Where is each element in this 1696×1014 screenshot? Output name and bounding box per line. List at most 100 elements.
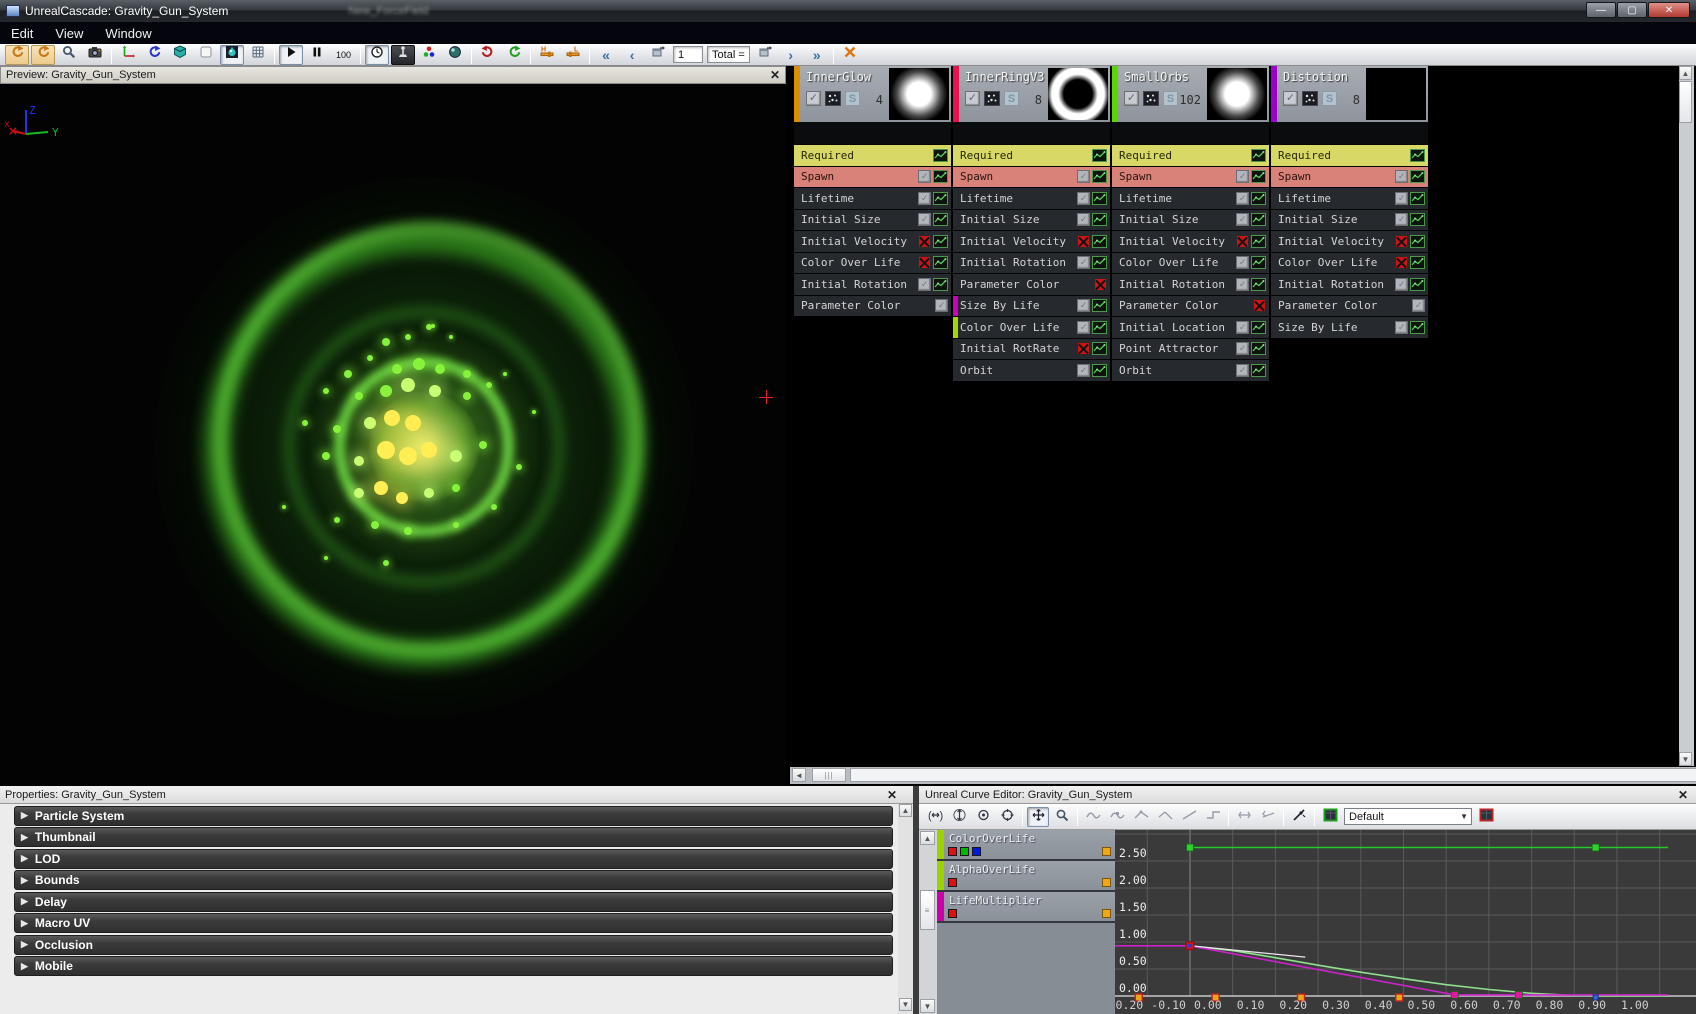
create-tab-button[interactable]	[1319, 807, 1341, 827]
module-curve-icon[interactable]	[1092, 192, 1107, 205]
module-curve-icon[interactable]	[1251, 278, 1266, 291]
pause-button[interactable]	[305, 45, 329, 65]
emitter-vertical-scrollbar[interactable]: ▲ ▼	[1679, 66, 1694, 766]
emitter-enabled-checkbox[interactable]: ✓	[965, 91, 980, 106]
menu-item-view[interactable]: View	[44, 22, 94, 44]
toggle-wireframe-sphere-button[interactable]	[220, 45, 244, 65]
properties-scrollbar[interactable]: ▲ ▼	[898, 804, 913, 1014]
module-enabled-checkbox[interactable]: ✓	[1077, 170, 1090, 183]
module-curve-icon[interactable]	[1251, 213, 1266, 226]
module-curve-icon[interactable]	[1410, 170, 1425, 183]
toggle-motion-button[interactable]	[391, 45, 415, 65]
module-disabled-icon[interactable]	[1395, 235, 1408, 248]
toggle-origin-axis-button[interactable]	[116, 45, 140, 65]
module-curve-icon[interactable]	[1092, 170, 1107, 183]
module-disabled-icon[interactable]	[1236, 235, 1249, 248]
module-curve-icon[interactable]	[1092, 342, 1107, 355]
module-curve-icon[interactable]	[1410, 149, 1425, 162]
module-row-parameter-color[interactable]: Parameter Color	[1112, 295, 1269, 317]
save-thumbnail-button[interactable]	[57, 45, 81, 65]
scroll-left-icon[interactable]: ◄	[792, 768, 806, 782]
channel-toggle[interactable]	[948, 909, 957, 918]
module-row-initial-velocity[interactable]: Initial Velocity	[1271, 230, 1428, 252]
module-enabled-checkbox[interactable]: ✓	[1236, 342, 1249, 355]
scroll-up-icon[interactable]: ▲	[1679, 66, 1692, 80]
curve-track-coloroverlife[interactable]: ColorOverLife	[937, 830, 1115, 861]
module-curve-icon[interactable]	[933, 235, 948, 248]
module-enabled-checkbox[interactable]: ✓	[1395, 213, 1408, 226]
module-curve-icon[interactable]	[933, 149, 948, 162]
module-row-lifetime[interactable]: Lifetime✓	[794, 187, 951, 209]
module-curve-icon[interactable]	[1410, 213, 1425, 226]
lod-jump-highest-button[interactable]: »	[805, 45, 829, 65]
channel-toggle[interactable]	[948, 847, 957, 856]
module-enabled-checkbox[interactable]: ✓	[1236, 278, 1249, 291]
redo-button[interactable]	[502, 45, 526, 65]
flatten-tangents-button[interactable]	[1233, 807, 1255, 827]
module-row-spawn[interactable]: Spawn✓	[1112, 166, 1269, 188]
module-curve-icon[interactable]	[933, 170, 948, 183]
undo-button[interactable]	[476, 45, 500, 65]
curve-track-lifemultiplier[interactable]: LifeMultiplier	[937, 892, 1115, 923]
emitter-solo-button[interactable]: S	[1322, 91, 1337, 106]
emitter-horizontal-scrollbar[interactable]: ◄ |||	[790, 767, 1696, 784]
scroll-down-icon[interactable]: ▼	[920, 999, 935, 1013]
tangent-constant-button[interactable]	[1202, 807, 1224, 827]
module-row-color-over-life[interactable]: Color Over Life✓	[1112, 252, 1269, 274]
track-visibility-toggle[interactable]	[1102, 909, 1111, 918]
lod-add-before-button[interactable]	[646, 45, 670, 65]
module-enabled-checkbox[interactable]: ✓	[1412, 299, 1425, 312]
scroll-down-icon[interactable]: ▼	[1679, 752, 1692, 766]
module-row-initial-rotation[interactable]: Initial Rotation✓	[1112, 273, 1269, 295]
module-curve-icon[interactable]	[933, 213, 948, 226]
emitter-burst-icon[interactable]	[1143, 91, 1159, 106]
property-section-lod[interactable]: ▶LOD	[14, 849, 893, 869]
scrollbar-thumb[interactable]: ≡	[920, 890, 935, 930]
preview-titlebar[interactable]: Preview: Gravity_Gun_System ✕	[0, 66, 786, 84]
lod-current-box[interactable]: 1	[673, 46, 703, 63]
lod-low-button[interactable]: L	[561, 45, 585, 65]
channel-toggle[interactable]	[960, 847, 969, 856]
module-row-color-over-life[interactable]: Color Over Life	[794, 252, 951, 274]
module-row-initial-size[interactable]: Initial Size✓	[1271, 209, 1428, 231]
emitter-solo-button[interactable]: S	[1004, 91, 1019, 106]
module-curve-icon[interactable]	[1251, 321, 1266, 334]
module-curve-icon[interactable]	[1251, 342, 1266, 355]
module-enabled-checkbox[interactable]: ✓	[1077, 364, 1090, 377]
module-row-initial-size[interactable]: Initial Size✓	[953, 209, 1110, 231]
module-curve-icon[interactable]	[1251, 149, 1266, 162]
module-enabled-checkbox[interactable]: ✓	[1236, 170, 1249, 183]
module-row-required[interactable]: Required	[794, 144, 951, 166]
curve-graph[interactable]: 0.000.501.001.502.002.50-0.20-0.100.000.…	[1115, 830, 1696, 1014]
module-curve-icon[interactable]	[1251, 192, 1266, 205]
module-row-size-by-life[interactable]: Size By Life✓	[953, 295, 1110, 317]
tangent-user-button[interactable]	[1130, 807, 1152, 827]
view-geometry-button[interactable]	[168, 45, 192, 65]
module-enabled-checkbox[interactable]: ✓	[1236, 321, 1249, 334]
module-row-spawn[interactable]: Spawn✓	[953, 166, 1110, 188]
preview-close-icon[interactable]: ✕	[770, 68, 780, 82]
minimize-button[interactable]: —	[1586, 2, 1616, 18]
module-row-initial-rotation[interactable]: Initial Rotation✓	[1271, 273, 1428, 295]
module-curve-icon[interactable]	[1092, 321, 1107, 334]
property-section-delay[interactable]: ▶Delay	[14, 892, 893, 912]
module-curve-icon[interactable]	[933, 192, 948, 205]
module-row-size-by-life[interactable]: Size By Life✓	[1271, 316, 1428, 338]
module-enabled-checkbox[interactable]: ✓	[1395, 170, 1408, 183]
module-enabled-checkbox[interactable]: ✓	[918, 192, 931, 205]
curve-editor-titlebar[interactable]: Unreal Curve Editor: Gravity_Gun_System …	[919, 786, 1696, 804]
curve-editor-close-icon[interactable]: ✕	[1678, 788, 1688, 802]
show-all-tangents-button[interactable]	[1288, 807, 1310, 827]
property-section-macro-uv[interactable]: ▶Macro UV	[14, 913, 893, 933]
module-curve-icon[interactable]	[1092, 235, 1107, 248]
module-curve-icon[interactable]	[1251, 170, 1266, 183]
particle-counts-button[interactable]	[417, 45, 441, 65]
scroll-up-icon[interactable]: ▲	[920, 831, 935, 845]
module-curve-icon[interactable]	[1092, 256, 1107, 269]
pan-mode-button[interactable]	[1027, 807, 1049, 827]
module-curve-icon[interactable]	[1410, 278, 1425, 291]
module-row-required[interactable]: Required	[953, 144, 1110, 166]
property-section-thumbnail[interactable]: ▶Thumbnail	[14, 827, 893, 847]
module-row-color-over-life[interactable]: Color Over Life	[1271, 252, 1428, 274]
menu-item-window[interactable]: Window	[94, 22, 162, 44]
